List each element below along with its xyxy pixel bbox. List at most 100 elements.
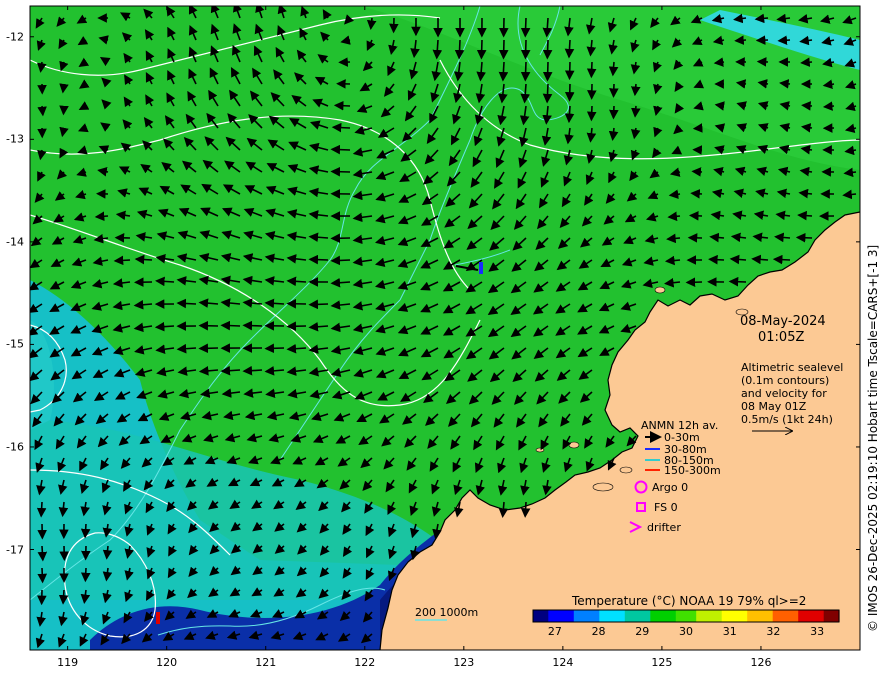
colorbar-cell (798, 610, 804, 622)
colorbar-cell (578, 610, 585, 622)
velocity-arrow (692, 123, 703, 133)
colorbar-cell (573, 610, 580, 622)
map-canvas[interactable] (0, 0, 880, 680)
x-tick-label: 121 (255, 656, 277, 669)
colorbar-cell (788, 610, 794, 622)
colorbar-cell (589, 610, 595, 622)
colorbar-tick: 30 (679, 625, 693, 638)
colorbar-cell (670, 610, 677, 622)
colorbar-cell (558, 610, 565, 622)
x-tick-label: 126 (750, 656, 772, 669)
velocity-arrow (688, 211, 703, 221)
velocity-arrow (691, 167, 703, 177)
velocity-arrow (37, 545, 48, 562)
velocity-arrow (564, 105, 575, 124)
velocity-arrow (220, 320, 241, 331)
colorbar (532, 609, 840, 623)
colorbar-cell (548, 610, 554, 622)
depth-legend-label: 200 1000m (415, 606, 479, 619)
colorbar-cell (629, 610, 636, 622)
velocity-arrow (37, 105, 47, 117)
colorbar-cell (655, 610, 662, 622)
marker-legend-label: FS 0 (654, 501, 678, 514)
velocity-arrow (772, 254, 791, 265)
velocity-arrow (542, 61, 553, 82)
altimetry-note-line: 08 May 01Z (741, 400, 807, 413)
colorbar-tick: 33 (810, 625, 825, 638)
velocity-arrow (630, 83, 641, 97)
velocity-arrow (666, 233, 681, 244)
velocity-arrow (520, 17, 531, 38)
colorbar-cell (553, 610, 560, 622)
colorbar-cell (767, 610, 774, 622)
colorbar-cell (772, 610, 779, 622)
velocity-arrow (797, 210, 813, 221)
velocity-arrow (113, 255, 131, 266)
velocity-arrow (822, 101, 835, 111)
velocity-arrow (631, 105, 641, 118)
velocity-arrow (330, 255, 351, 266)
colorbar-cell (543, 610, 549, 622)
velocity-arrow (155, 276, 175, 287)
colorbar-cell (696, 610, 702, 622)
colorbar-cell (721, 610, 728, 622)
colorbar-cell (782, 610, 789, 622)
velocity-arrow (94, 211, 109, 222)
velocity-arrow (801, 101, 813, 111)
colorbar-cell (777, 610, 784, 622)
x-tick-label: 120 (156, 656, 178, 669)
velocity-arrow (609, 105, 619, 120)
x-tick-label: 123 (453, 656, 475, 669)
colorbar-cell (731, 610, 738, 622)
colorbar-cell (737, 610, 743, 622)
colorbar-cell (568, 610, 575, 622)
x-tick-label: 119 (57, 656, 79, 669)
colorbar-cell (747, 610, 753, 622)
colorbar-cell (742, 610, 748, 622)
velocity-arrow (795, 232, 813, 243)
velocity-arrow (713, 57, 725, 67)
velocity-arrow (708, 254, 725, 265)
colorbar-cell (706, 610, 713, 622)
altimetry-note-line: (0.1m contours) (741, 374, 830, 387)
x-tick-label: 125 (651, 656, 673, 669)
velocity-arrow (176, 298, 197, 309)
velocity-arrow (80, 567, 91, 583)
velocity-arrow (685, 277, 703, 288)
colorbar-cell (803, 610, 809, 622)
velocity-arrow (333, 100, 351, 111)
colorbar-cell (660, 610, 667, 622)
velocity-arrow (264, 343, 285, 354)
colorbar-cell (808, 610, 815, 622)
colorbar-cell (645, 610, 651, 622)
velocity-arrow (608, 61, 619, 77)
colorbar-cell (609, 610, 616, 622)
colorbar-cell (563, 610, 570, 622)
colorbar-cell (650, 610, 656, 622)
y-tick-label: -13 (6, 132, 24, 146)
y-tick-label: -12 (6, 30, 24, 44)
velocity-arrow (80, 523, 91, 539)
colorbar-cell (726, 610, 733, 622)
marker-legend-label: Argo 0 (652, 481, 689, 494)
velocity-arrow (134, 254, 153, 265)
colorbar-cell (813, 610, 820, 622)
colorbar-cell (599, 610, 605, 622)
date-label: 08-May-2024 (740, 314, 826, 329)
velocity-arrow (586, 105, 597, 122)
colorbar-cell (584, 610, 590, 622)
y-tick-label: -15 (6, 337, 24, 351)
velocity-arrow (498, 61, 509, 82)
velocity-arrow (59, 83, 69, 94)
colorbar-tick: 27 (547, 625, 562, 638)
velocity-arrow (728, 276, 747, 287)
velocity-arrow (779, 79, 791, 89)
colorbar-cell (716, 610, 723, 622)
velocity-arrow (734, 35, 747, 45)
colorbar-cell (619, 610, 626, 622)
velocity-arrow (777, 35, 791, 45)
mooring-legend-entry: 150-300m (664, 464, 721, 477)
colorbar-cell (686, 610, 692, 622)
colorbar-cell (604, 610, 611, 622)
colorbar-cell (594, 610, 600, 622)
